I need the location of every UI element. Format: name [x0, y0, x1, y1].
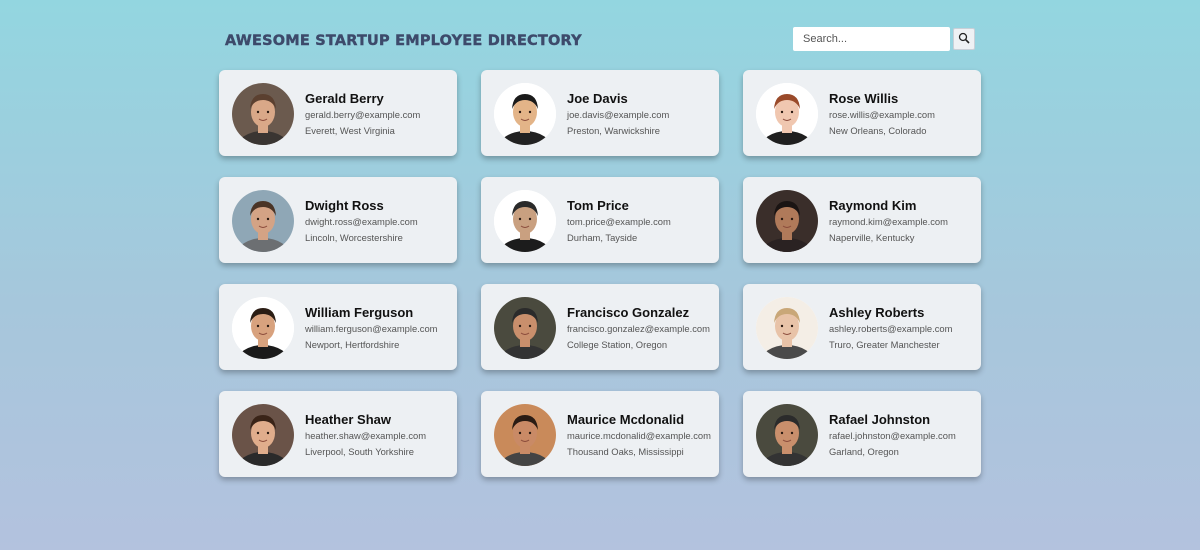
- employee-avatar: [494, 190, 556, 252]
- employee-email: gerald.berry@example.com: [305, 109, 421, 120]
- employee-info: Rafael Johnston rafael.johnston@example.c…: [829, 412, 979, 458]
- employee-avatar: [494, 297, 556, 359]
- employee-info: Ashley Roberts ashley.roberts@example.com…: [829, 305, 979, 351]
- employee-email: heather.shaw@example.com: [305, 430, 427, 441]
- employee-email: william.ferguson@example.com: [305, 323, 438, 334]
- magnifier-icon: [958, 32, 970, 47]
- search-input[interactable]: [793, 27, 950, 51]
- employee-info: Dwight Ross dwight.ross@example.com Lincol…: [305, 198, 455, 244]
- employee-email: dwight.ross@example.com: [305, 216, 418, 227]
- employee-location: Everett, West Virginia: [305, 125, 395, 136]
- employee-location: Lincoln, Worcestershire: [305, 232, 403, 243]
- employee-location: College Station, Oregon: [567, 339, 668, 350]
- employee-email: rafael.johnston@example.com: [829, 430, 956, 441]
- employee-avatar: [232, 83, 294, 145]
- employee-email: francisco.gonzalez@example.com: [567, 323, 710, 334]
- employee-info: Rose Willis rose.willis@example.com New Or…: [829, 91, 979, 137]
- employee-location: Durham, Tayside: [567, 232, 638, 243]
- employee-location: Garland, Oregon: [829, 446, 899, 457]
- employee-name: Joe Davis: [567, 91, 628, 106]
- employee-name: Tom Price: [567, 198, 629, 213]
- employee-avatar: [756, 297, 818, 359]
- employee-location: Liverpool, South Yorkshire: [305, 446, 414, 457]
- employee-location: Thousand Oaks, Mississippi: [567, 446, 684, 457]
- employee-avatar: [232, 297, 294, 359]
- employee-name: Rose Willis: [829, 91, 899, 106]
- employee-email: ashley.roberts@example.com: [829, 323, 953, 334]
- employee-card[interactable]: Raymond Kim raymond.kim@example.com Naperv…: [743, 177, 981, 263]
- employee-card[interactable]: Gerald Berry gerald.berry@example.com Ever…: [219, 70, 457, 156]
- page-title: Awesome Startup Employee Directory: [225, 33, 582, 49]
- employee-name: Heather Shaw: [305, 412, 391, 427]
- employee-info: William Ferguson william.ferguson@example…: [305, 305, 455, 351]
- employee-email: rose.willis@example.com: [829, 109, 935, 120]
- employee-name: Francisco Gonzalez: [567, 305, 690, 320]
- employee-avatar: [756, 83, 818, 145]
- employee-email: joe.davis@example.com: [567, 109, 670, 120]
- employee-info: Joe Davis joe.davis@example.com Preston, W…: [567, 91, 717, 137]
- employee-card[interactable]: Tom Price tom.price@example.com Durham, Ta…: [481, 177, 719, 263]
- employee-location: Newport, Hertfordshire: [305, 339, 400, 350]
- employee-email: maurice.mcdonalid@example.com: [567, 430, 711, 441]
- employee-avatar: [494, 404, 556, 466]
- employee-card[interactable]: Francisco Gonzalez francisco.gonzalez@exa…: [481, 284, 719, 370]
- employee-location: Preston, Warwickshire: [567, 125, 660, 136]
- employee-name: Dwight Ross: [305, 198, 384, 213]
- employee-name: Maurice Mcdonalid: [567, 412, 685, 427]
- employee-card[interactable]: Rafael Johnston rafael.johnston@example.c…: [743, 391, 981, 477]
- employee-card[interactable]: Dwight Ross dwight.ross@example.com Lincol…: [219, 177, 457, 263]
- employee-name: Raymond Kim: [829, 198, 917, 213]
- employee-info: Raymond Kim raymond.kim@example.com Naperv…: [829, 198, 979, 244]
- employee-card[interactable]: Rose Willis rose.willis@example.com New Or…: [743, 70, 981, 156]
- employee-location: Truro, Greater Manchester: [829, 339, 940, 350]
- employee-email: tom.price@example.com: [567, 216, 671, 227]
- employee-email: raymond.kim@example.com: [829, 216, 948, 227]
- employee-info: Heather Shaw heather.shaw@example.com Live…: [305, 412, 455, 458]
- employee-card[interactable]: Joe Davis joe.davis@example.com Preston, W…: [481, 70, 719, 156]
- employee-avatar: [494, 83, 556, 145]
- employee-info: Tom Price tom.price@example.com Durham, Ta…: [567, 198, 717, 244]
- employee-avatar: [756, 190, 818, 252]
- employee-name: Gerald Berry: [305, 91, 384, 106]
- employee-info: Francisco Gonzalez francisco.gonzalez@exa…: [567, 305, 717, 351]
- employee-location: New Orleans, Colorado: [829, 125, 927, 136]
- employee-name: Ashley Roberts: [829, 305, 925, 320]
- employee-avatar: [756, 404, 818, 466]
- employee-info: Maurice Mcdonalid maurice.mcdonalid@examp…: [567, 412, 717, 458]
- employee-card[interactable]: Heather Shaw heather.shaw@example.com Live…: [219, 391, 457, 477]
- employee-name: William Ferguson: [305, 305, 414, 320]
- employee-info: Gerald Berry gerald.berry@example.com Ever…: [305, 91, 455, 137]
- employee-card[interactable]: William Ferguson william.ferguson@example…: [219, 284, 457, 370]
- employee-avatar: [232, 190, 294, 252]
- employee-location: Naperville, Kentucky: [829, 232, 915, 243]
- page-header: Awesome Startup Employee Directory: [225, 26, 977, 52]
- employee-card[interactable]: Maurice Mcdonalid maurice.mcdonalid@examp…: [481, 391, 719, 477]
- employee-card[interactable]: Ashley Roberts ashley.roberts@example.com…: [743, 284, 981, 370]
- employee-avatar: [232, 404, 294, 466]
- employee-name: Rafael Johnston: [829, 412, 931, 427]
- search-button[interactable]: [953, 28, 975, 50]
